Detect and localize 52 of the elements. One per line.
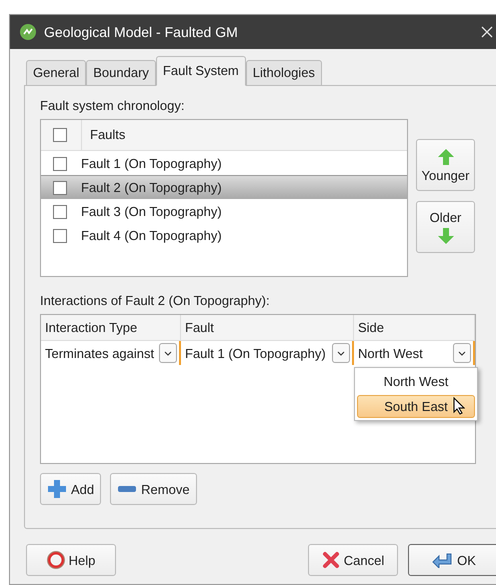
cancel-button[interactable]: Cancel	[308, 544, 398, 576]
cross-icon	[322, 551, 340, 569]
app-logo-icon	[20, 24, 36, 40]
close-icon[interactable]	[481, 26, 493, 38]
lifebuoy-icon	[46, 551, 65, 569]
list-row[interactable]: Fault 2 (On Topography)	[41, 175, 407, 199]
list-row[interactable]: Fault 1 (On Topography)	[41, 151, 407, 175]
column-header: Fault	[181, 315, 354, 340]
section-label: Fault system chronology:	[40, 98, 186, 113]
remove-button[interactable]: Remove	[110, 473, 197, 505]
ok-button[interactable]: OK	[408, 544, 496, 576]
up-arrow-icon	[436, 148, 454, 166]
fault-name: Fault 3 (On Topography)	[81, 204, 222, 219]
fault-name: Fault 2 (On Topography)	[81, 180, 222, 195]
list-row[interactable]: Fault 4 (On Topography)	[41, 223, 407, 247]
menu-option[interactable]: North West	[357, 370, 475, 393]
dropdown[interactable]: North West	[354, 341, 475, 365]
mouse-cursor-icon	[453, 397, 465, 415]
checkbox[interactable]	[53, 128, 67, 142]
tab[interactable]: Boundary	[86, 60, 156, 86]
older-button[interactable]: Older	[416, 201, 475, 253]
checkbox[interactable]	[53, 180, 67, 194]
fault-name: Fault 4 (On Topography)	[81, 228, 222, 243]
column-header: Side	[354, 315, 475, 340]
chevron-down-icon	[164, 350, 172, 356]
chevron-down-icon	[337, 350, 345, 356]
section-label: Interactions of Fault 2 (On Topography):	[40, 293, 271, 308]
checkbox[interactable]	[53, 156, 67, 170]
add-button[interactable]: Add	[40, 473, 102, 505]
tab[interactable]: Fault System	[156, 56, 246, 86]
tab[interactable]: General	[26, 60, 86, 86]
younger-button[interactable]: Younger	[416, 139, 475, 191]
fault-name: Fault 1 (On Topography)	[81, 156, 222, 171]
chevron-down-icon	[458, 350, 466, 356]
checkbox[interactable]	[53, 204, 67, 218]
dropdown[interactable]: Terminates against	[41, 341, 181, 365]
column-header: Faults	[81, 120, 407, 150]
window-title: Geological Model - Faulted GM	[44, 24, 239, 40]
plus-icon	[47, 479, 67, 499]
dropdown-button[interactable]	[332, 343, 350, 363]
dropdown-button[interactable]	[159, 343, 177, 363]
down-arrow-icon	[436, 226, 454, 244]
dropdown[interactable]: Fault 1 (On Topography)	[181, 341, 354, 365]
tab[interactable]: Lithologies	[246, 60, 322, 86]
enter-arrow-icon	[431, 552, 454, 568]
dropdown-button[interactable]	[453, 343, 471, 363]
menu-option[interactable]: South East	[357, 395, 475, 418]
minus-icon	[117, 485, 138, 493]
help-button[interactable]: Help	[26, 544, 116, 576]
column-header: Interaction Type	[41, 315, 181, 340]
list-row[interactable]: Fault 3 (On Topography)	[41, 199, 407, 223]
checkbox[interactable]	[53, 228, 67, 242]
